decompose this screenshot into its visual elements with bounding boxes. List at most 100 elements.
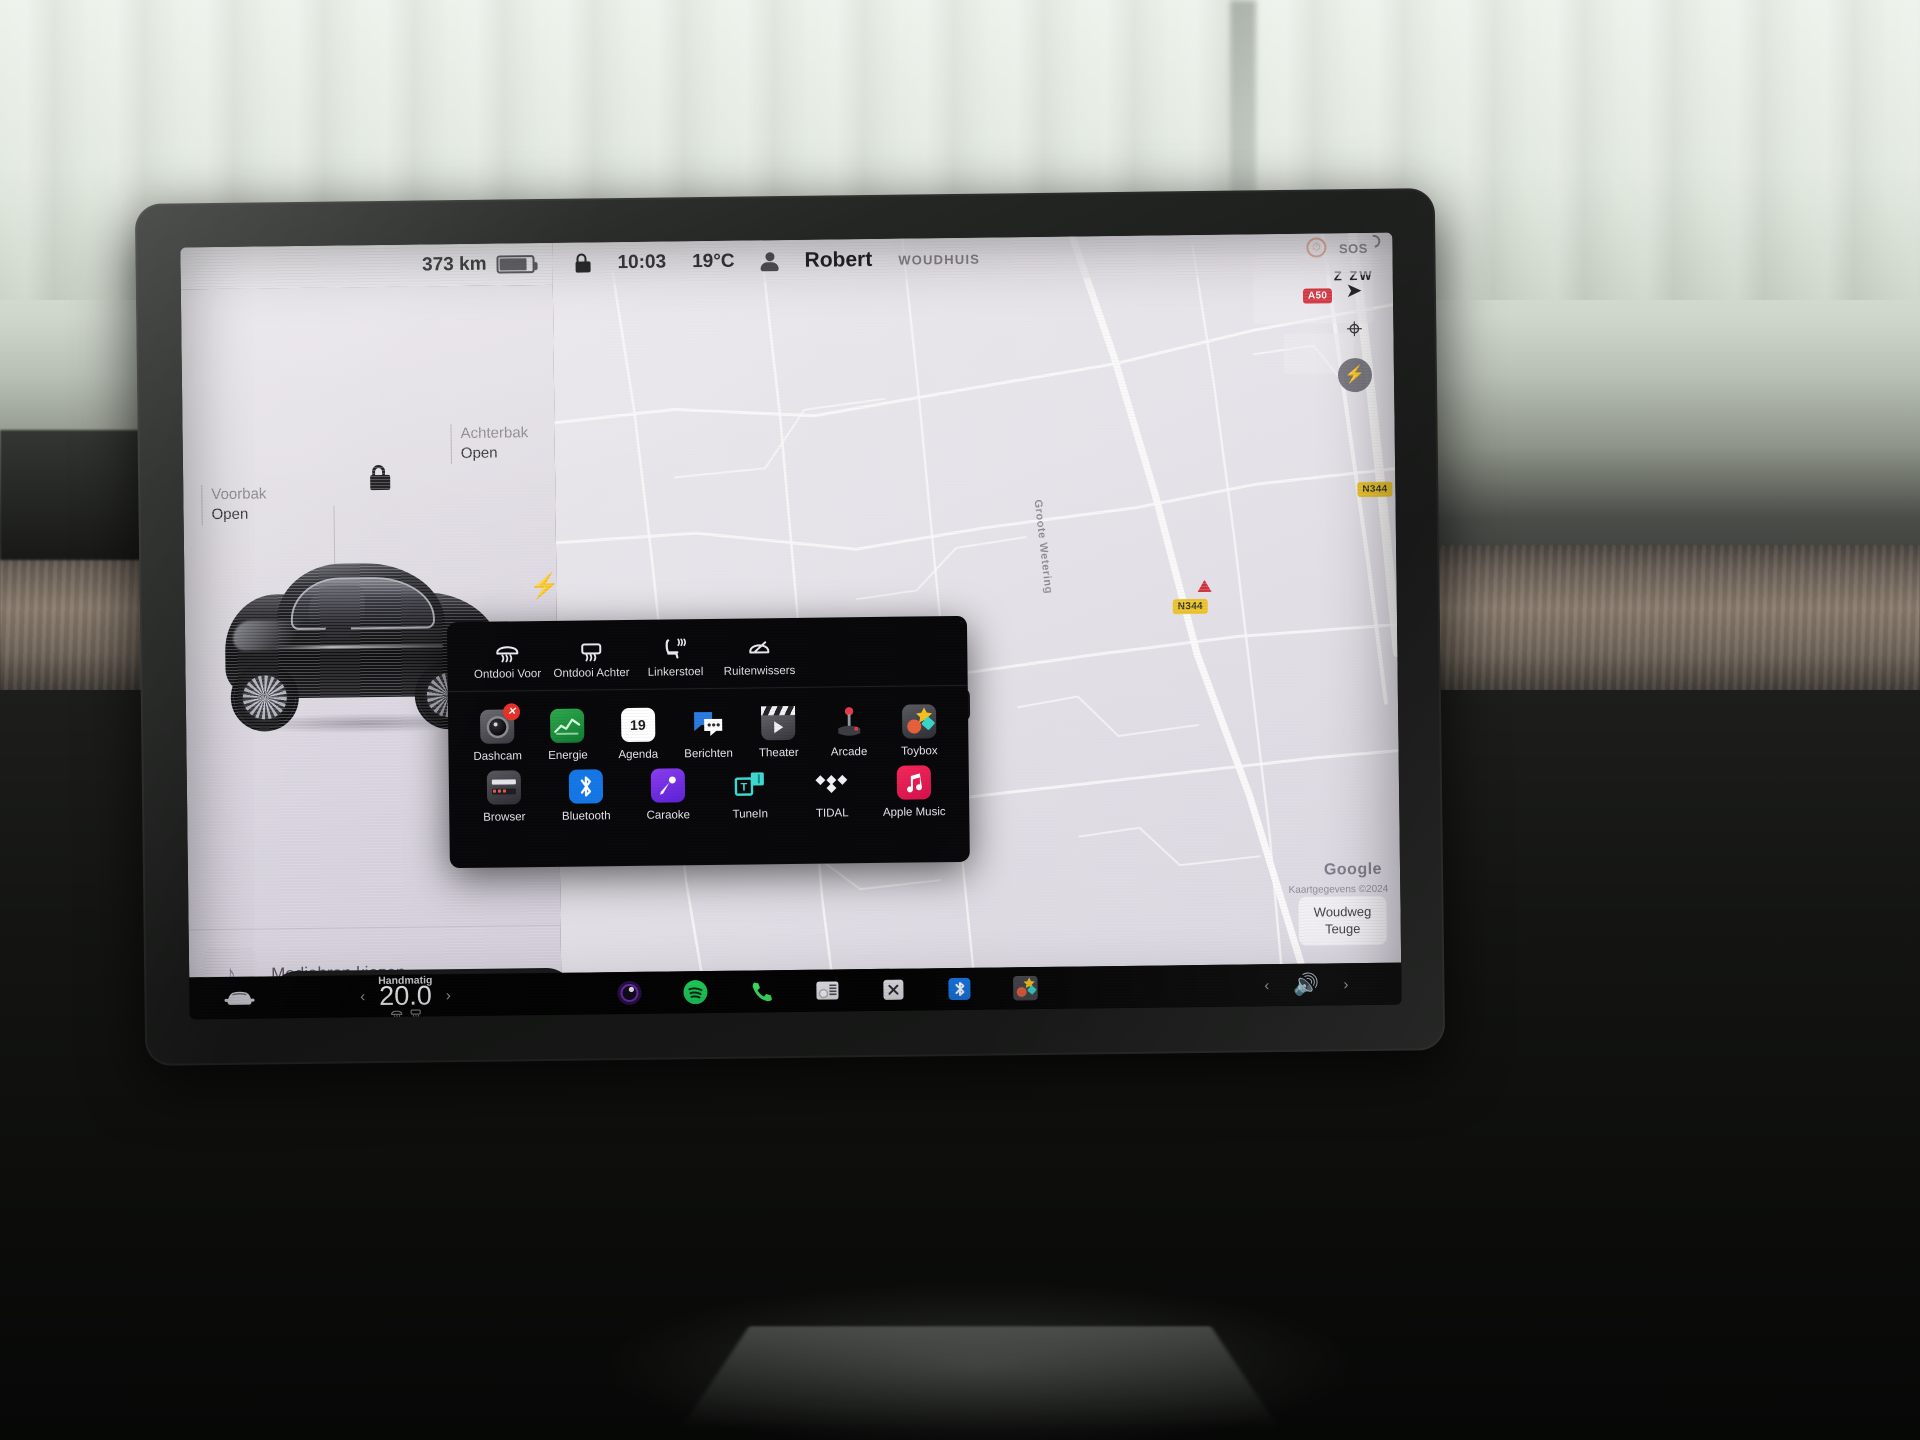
app-label: Arcade — [830, 746, 868, 759]
app-arcade[interactable]: Arcade — [813, 697, 884, 759]
app-label: Dashcam — [473, 750, 523, 763]
camera-lens-icon[interactable] — [615, 979, 643, 1007]
temperature-increase-button[interactable]: › — [446, 987, 451, 1004]
map-pin-button[interactable]: ⌖ — [1337, 312, 1371, 346]
app-theater[interactable]: Theater — [743, 698, 814, 760]
defrost-rear-icon — [578, 637, 604, 661]
app-label: Apple Music — [882, 806, 946, 819]
climate-quick-icons — [389, 1007, 422, 1018]
front-trunk-status[interactable]: Voorbak Open — [201, 484, 267, 526]
bluetooth-icon — [568, 769, 604, 804]
driver-profile-icon[interactable] — [760, 251, 779, 271]
app-grid: ✕ Dashcam Energie 19 Agenda Berichten Th… — [448, 686, 970, 828]
app-label: Berichten — [684, 747, 733, 761]
dock-right-section: ‹ 🔊 › — [1211, 973, 1401, 996]
map-shield-n344-east: N344 — [1357, 481, 1393, 498]
compass-needle-icon: ➤ — [1345, 279, 1363, 303]
front-trunk-title: Voorbak — [211, 485, 267, 504]
app-launcher-panel[interactable]: Ontdooi Voor Ontdooi Achter Linkerstoel … — [446, 615, 970, 869]
app-label: Toybox — [901, 745, 938, 758]
google-logo: Google — [1323, 860, 1383, 879]
app-energie[interactable]: Energie — [532, 700, 603, 762]
app-tunein[interactable]: T TuneIn — [709, 759, 792, 821]
app-label: Theater — [758, 746, 799, 760]
quick-action-defrost-rear[interactable]: Ontdooi Achter — [549, 636, 634, 679]
front-trunk-state: Open — [211, 505, 249, 524]
volume-next-button[interactable]: › — [1343, 976, 1348, 993]
app-bluetooth[interactable]: Bluetooth — [545, 761, 628, 823]
app-toybox[interactable]: Toybox — [884, 696, 955, 758]
calendar-icon: 19 — [620, 707, 656, 743]
microphone-icon — [650, 768, 686, 803]
climate-control[interactable]: Handmatig ‹ 20.0 › — [249, 974, 561, 1018]
app-row-1: ✕ Dashcam Energie 19 Agenda Berichten Th… — [462, 696, 955, 763]
app-agenda[interactable]: 19 Agenda — [602, 699, 673, 761]
vehicle-glass-front — [308, 585, 365, 624]
road-name: Woudweg — [1313, 903, 1372, 920]
close-x-icon[interactable] — [879, 976, 907, 1004]
theater-icon — [761, 705, 796, 741]
app-apple-music[interactable]: Apple Music — [873, 757, 956, 819]
infotainment-ui: BEDRIJVENPAOOST Groote Wetering A50 A50 … — [180, 232, 1402, 1020]
unlocked-lock-icon[interactable] — [574, 253, 591, 273]
tidal-icon — [815, 766, 849, 800]
messages-icon — [691, 707, 725, 741]
tunein-icon: T — [733, 767, 767, 801]
app-label: TuneIn — [732, 808, 769, 821]
driver-name[interactable]: Robert — [804, 248, 872, 273]
app-row-2: Browser Bluetooth Caraoke T TuneIn TIDAL… — [463, 757, 956, 824]
bluetooth-icon[interactable] — [945, 975, 973, 1003]
app-label: Caraoke — [646, 809, 691, 822]
calendar-day: 19 — [629, 716, 646, 733]
charge-port-icon[interactable]: ⚡ — [529, 573, 559, 600]
volume-previous-button[interactable]: ‹ — [1264, 977, 1269, 994]
current-place-label: WOUDHUIS — [898, 251, 981, 268]
quick-action-label: Ontdooi Achter — [553, 666, 630, 680]
tesla-touchscreen[interactable]: BEDRIJVENPAOOST Groote Wetering A50 A50 … — [180, 232, 1402, 1020]
svg-text:T: T — [741, 782, 748, 794]
outside-temperature: 19°C — [692, 250, 735, 273]
defrost-rear-icon-small — [410, 1008, 421, 1018]
phone-icon[interactable] — [747, 977, 775, 1005]
tesla-touchscreen-bezel: BEDRIJVENPAOOST Groote Wetering A50 A50 … — [134, 188, 1446, 1066]
app-label: TIDAL — [815, 807, 849, 820]
road-town: Teuge — [1324, 921, 1361, 937]
road-info-card[interactable]: Woudweg Teuge — [1298, 895, 1387, 946]
seat-heater-icon — [662, 636, 688, 660]
browser-icon — [486, 770, 522, 805]
quick-action-wipers[interactable]: Ruitenwissers — [717, 634, 802, 677]
defrost-front-icon-small — [390, 1010, 402, 1018]
temperature-decrease-button[interactable]: ‹ — [360, 988, 365, 1005]
quick-action-label: Ontdooi Voor — [473, 667, 542, 681]
rear-trunk-title: Achterbak — [460, 424, 529, 443]
app-browser[interactable]: Browser — [463, 762, 546, 824]
wiper-icon — [746, 635, 772, 659]
app-label: Agenda — [618, 748, 659, 762]
rear-trunk-status[interactable]: Achterbak Open — [450, 423, 529, 465]
app-label: Bluetooth — [561, 810, 611, 823]
battery-icon[interactable] — [496, 255, 535, 274]
volume-icon[interactable]: 🔊 — [1293, 973, 1319, 996]
map-shield-n344-west: N344 — [1172, 598, 1208, 615]
quick-action-left-seat-heater[interactable]: Linkerstoel — [633, 635, 718, 678]
status-bar-left: 373 km — [180, 242, 553, 290]
map-shield-a50-north: A50 — [1302, 288, 1333, 304]
range-readout: 373 km — [421, 253, 487, 276]
toybox-icon[interactable] — [1011, 974, 1039, 1002]
app-tidal[interactable]: TIDAL — [791, 758, 874, 820]
charging-stations-button[interactable]: ⚡ — [1337, 357, 1373, 393]
dock-app-shortcuts — [561, 972, 1211, 1008]
map-attribution: Kaartgegevens ©2024 — [1288, 883, 1389, 896]
app-caraoke[interactable]: Caraoke — [627, 760, 710, 822]
app-label: Browser — [483, 811, 526, 824]
unlocked-lock-icon[interactable] — [369, 464, 391, 491]
center-console — [682, 1326, 1278, 1427]
spotify-icon[interactable] — [681, 978, 709, 1006]
app-dashcam[interactable]: ✕ Dashcam — [462, 701, 533, 763]
apple-music-icon — [896, 765, 932, 800]
app-berichten[interactable]: Berichten — [673, 699, 744, 761]
dashcam-error-badge: ✕ — [503, 703, 521, 721]
defrost-front-icon — [494, 638, 520, 662]
radio-icon[interactable] — [813, 976, 841, 1004]
quick-action-defrost-front[interactable]: Ontdooi Voor — [465, 637, 550, 680]
